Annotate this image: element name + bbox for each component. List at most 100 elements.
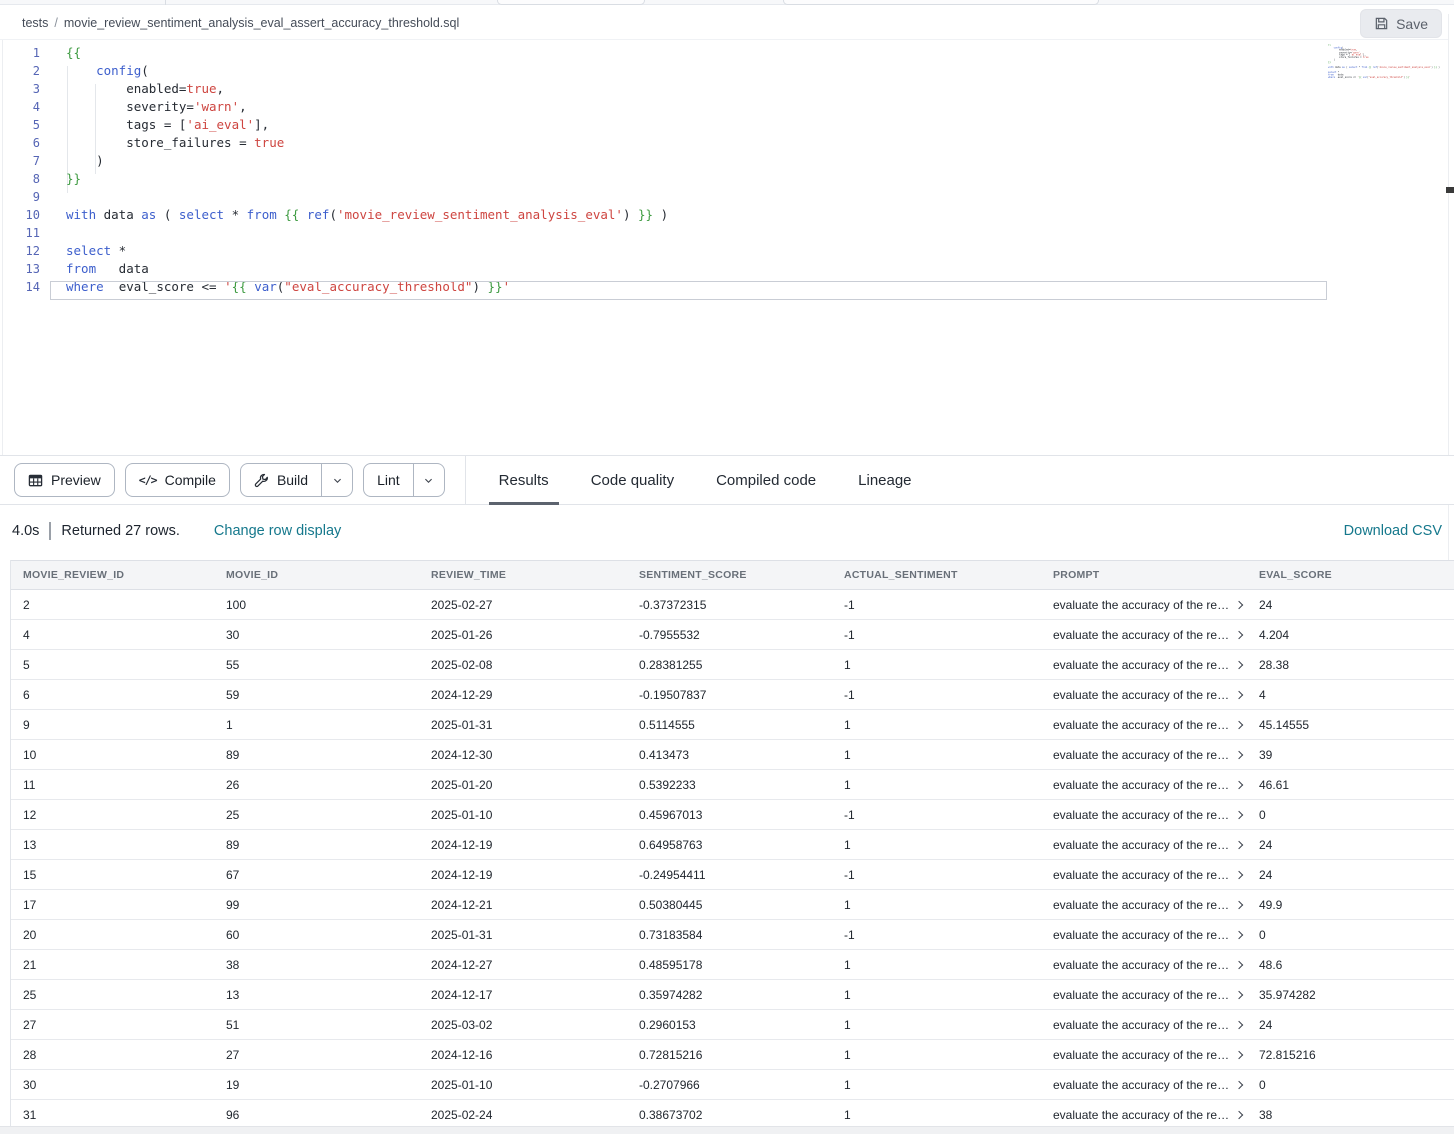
table-row: 15672024-12-19-0.24954411-1evaluate the … [11,860,1454,890]
prompt-cell[interactable]: evaluate the accuracy of the res… [1041,838,1247,852]
code-area[interactable]: 1{{2 config(3 enabled=true,4 severity='w… [0,44,668,296]
table-cell: 24 [1247,838,1454,852]
table-row: 28272024-12-160.728152161evaluate the ac… [11,1040,1454,1070]
prompt-text: evaluate the accuracy of the res… [1053,958,1231,972]
prompt-cell[interactable]: evaluate the accuracy of the res… [1041,658,1247,672]
prompt-cell[interactable]: evaluate the accuracy of the res… [1041,928,1247,942]
line-number: 1 [0,44,40,62]
prompt-cell[interactable]: evaluate the accuracy of the res… [1041,808,1247,822]
chevron-right-icon[interactable] [1235,600,1243,608]
chevron-right-icon[interactable] [1235,750,1243,758]
lint-button[interactable]: Lint [364,464,413,496]
prompt-cell[interactable]: evaluate the accuracy of the res… [1041,1078,1247,1092]
chevron-right-icon[interactable] [1235,630,1243,638]
table-cell: 55 [214,658,419,672]
table-cell: -0.2707966 [627,1078,832,1092]
compile-button-label: Compile [165,472,216,488]
breadcrumb-folder[interactable]: tests [22,16,48,30]
code-line: 9 [0,188,668,206]
table-cell: 35.974282 [1247,988,1454,1002]
chevron-right-icon[interactable] [1235,660,1243,668]
tab-code-quality[interactable]: Code quality [581,456,684,505]
table-cell: 0.64958763 [627,838,832,852]
breadcrumb-filename: movie_review_sentiment_analysis_eval_ass… [64,16,459,30]
chevron-right-icon[interactable] [1235,1080,1243,1088]
column-header-movie-review-id[interactable]: MOVIE_REVIEW_ID [11,569,214,581]
chevron-right-icon[interactable] [1235,1110,1243,1118]
column-header-actual-sentiment[interactable]: ACTUAL_SENTIMENT [832,569,1041,581]
table-cell: 2025-02-27 [419,598,627,612]
prompt-cell[interactable]: evaluate the accuracy of the res… [1041,628,1247,642]
prompt-cell[interactable]: evaluate the accuracy of the res… [1041,748,1247,762]
prompt-cell[interactable]: evaluate the accuracy of the res… [1041,988,1247,1002]
editor-minimap[interactable]: {{ config( enabled=true, severity='warn'… [1328,44,1446,449]
table-cell: -1 [832,868,1041,882]
line-number: 6 [0,134,40,152]
build-dropdown[interactable] [321,464,352,496]
prompt-cell[interactable]: evaluate the accuracy of the res… [1041,1018,1247,1032]
table-cell: 24 [1247,598,1454,612]
chevron-right-icon[interactable] [1235,930,1243,938]
prompt-cell[interactable]: evaluate the accuracy of the res… [1041,1048,1247,1062]
table-cell: 30 [11,1078,214,1092]
table-cell: 38 [214,958,419,972]
download-csv-link[interactable]: Download CSV [1344,523,1442,539]
table-cell: 0.73183584 [627,928,832,942]
editor-action-buttons: Preview </> Compile Build [0,463,445,497]
build-button-label: Build [277,472,308,488]
tab-results[interactable]: Results [489,456,559,505]
sql-editor[interactable]: 1{{2 config(3 enabled=true,4 severity='w… [0,40,1454,455]
chevron-right-icon[interactable] [1235,1020,1243,1028]
chevron-right-icon[interactable] [1235,960,1243,968]
save-button[interactable]: Save [1360,9,1442,38]
prompt-cell[interactable]: evaluate the accuracy of the res… [1041,1108,1247,1122]
compile-button[interactable]: </> Compile [125,463,230,497]
table-cell: 1 [832,1108,1041,1122]
prompt-cell[interactable]: evaluate the accuracy of the res… [1041,598,1247,612]
lint-button-label: Lint [377,472,400,488]
table-cell: 51 [214,1018,419,1032]
prompt-cell[interactable]: evaluate the accuracy of the res… [1041,778,1247,792]
prompt-cell[interactable]: evaluate the accuracy of the res… [1041,958,1247,972]
column-header-prompt[interactable]: PROMPT [1041,569,1247,581]
prompt-cell[interactable]: evaluate the accuracy of the res… [1041,688,1247,702]
prompt-cell[interactable]: evaluate the accuracy of the res… [1041,868,1247,882]
column-header-eval-score[interactable]: EVAL_SCORE [1247,569,1454,581]
column-header-movie-id[interactable]: MOVIE_ID [214,569,419,581]
chevron-right-icon[interactable] [1235,780,1243,788]
tab-compiled-code[interactable]: Compiled code [706,456,826,505]
column-header-review-time[interactable]: REVIEW_TIME [419,569,627,581]
chevron-right-icon[interactable] [1235,1050,1243,1058]
chevron-right-icon[interactable] [1235,810,1243,818]
tab-lineage[interactable]: Lineage [848,456,921,505]
lint-dropdown[interactable] [413,464,444,496]
prompt-text: evaluate the accuracy of the res… [1053,598,1231,612]
prompt-cell[interactable]: evaluate the accuracy of the res… [1041,898,1247,912]
table-cell: 2024-12-19 [419,838,627,852]
prompt-text: evaluate the accuracy of the res… [1053,688,1231,702]
chevron-right-icon[interactable] [1235,900,1243,908]
table-cell: 0.38673702 [627,1108,832,1122]
table-cell: 13 [214,988,419,1002]
prompt-cell[interactable]: evaluate the accuracy of the res… [1041,718,1247,732]
table-row: 30192025-01-10-0.27079661evaluate the ac… [11,1070,1454,1100]
table-cell: 39 [1247,748,1454,762]
vertical-scrollbar-thumb[interactable] [1446,187,1454,193]
chevron-right-icon[interactable] [1235,720,1243,728]
build-button[interactable]: Build [241,464,321,496]
chevron-right-icon[interactable] [1235,990,1243,998]
chevron-right-icon[interactable] [1235,690,1243,698]
table-cell: 24 [1247,1018,1454,1032]
prompt-text: evaluate the accuracy of the res… [1053,838,1231,852]
table-row: 27512025-03-020.29601531evaluate the acc… [11,1010,1454,1040]
table-row: 11262025-01-200.53922331evaluate the acc… [11,770,1454,800]
horizontal-scrollbar[interactable] [0,1126,1454,1134]
change-row-display-link[interactable]: Change row display [214,523,341,539]
preview-button[interactable]: Preview [14,463,115,497]
column-header-sentiment-score[interactable]: SENTIMENT_SCORE [627,569,832,581]
chevron-right-icon[interactable] [1235,870,1243,878]
chevron-right-icon[interactable] [1235,840,1243,848]
action-toolbar: Preview </> Compile Build [0,455,1454,505]
code-line: 3 enabled=true, [0,80,668,98]
line-number: 5 [0,116,40,134]
